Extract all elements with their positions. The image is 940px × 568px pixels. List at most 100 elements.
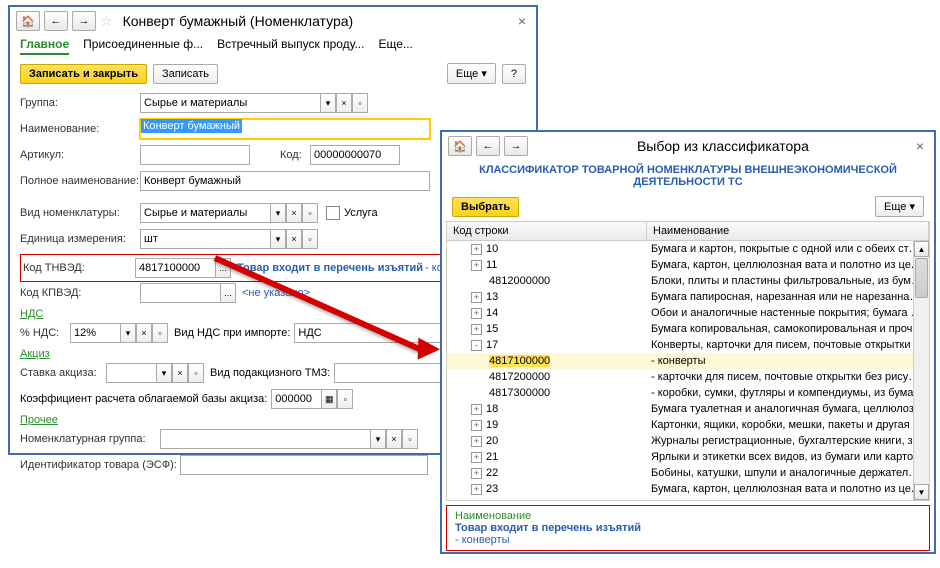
row-code: 49 xyxy=(486,499,498,501)
dropdown-icon[interactable]: ▾ xyxy=(120,323,136,343)
close-button[interactable]: × xyxy=(912,138,928,154)
forward-button[interactable]: → xyxy=(72,11,96,31)
table-row[interactable]: 4817100000- конверты xyxy=(447,353,929,369)
expand-icon[interactable]: + xyxy=(471,292,482,303)
open-icon[interactable]: ▫ xyxy=(337,389,353,409)
favorite-icon[interactable]: ☆ xyxy=(100,13,113,30)
help-button[interactable]: ? xyxy=(502,64,526,84)
col-name[interactable]: Наименование xyxy=(647,222,929,240)
scroll-down-icon[interactable]: ▼ xyxy=(914,484,929,500)
expand-icon[interactable]: + xyxy=(471,324,482,335)
bottom-text: Товар входит в перечень изъятий xyxy=(455,522,921,534)
open-icon[interactable]: ▫ xyxy=(188,363,204,383)
table-row[interactable]: +49Печатные книги, газеты, репродукции и… xyxy=(447,497,929,501)
open-icon[interactable]: ▫ xyxy=(352,93,368,113)
table-row[interactable]: +10Бумага и картон, покрытые с одной или… xyxy=(447,241,929,257)
table-row[interactable]: +22Бобины, катушки, шпули и аналогичные … xyxy=(447,465,929,481)
clear-icon[interactable]: × xyxy=(386,429,402,449)
expand-icon[interactable]: + xyxy=(471,308,482,319)
tab-counter[interactable]: Встречный выпуск проду... xyxy=(217,37,364,55)
expand-icon[interactable]: + xyxy=(471,436,482,447)
label-service: Услуга xyxy=(344,207,378,219)
expand-icon[interactable]: + xyxy=(471,468,482,479)
scroll-thumb[interactable] xyxy=(915,258,928,298)
expand-icon[interactable]: + xyxy=(471,260,482,271)
back-button[interactable]: ← xyxy=(476,136,500,156)
kind-input[interactable] xyxy=(140,203,270,223)
table-row[interactable]: +21Ярлыки и этикетки всех видов, из бума… xyxy=(447,449,929,465)
unit-input[interactable] xyxy=(140,229,270,249)
open-icon[interactable]: ▫ xyxy=(302,229,318,249)
open-icon[interactable]: ▫ xyxy=(402,429,418,449)
clear-icon[interactable]: × xyxy=(286,229,302,249)
table-row[interactable]: -17Конверты, карточки для писем, почтовы… xyxy=(447,337,929,353)
calc-icon[interactable]: ▦ xyxy=(321,389,337,409)
nom-group-input[interactable] xyxy=(160,429,370,449)
tnved-input[interactable] xyxy=(135,258,215,278)
back-button[interactable]: ← xyxy=(44,11,68,31)
article-input[interactable] xyxy=(140,145,250,165)
clear-icon[interactable]: × xyxy=(286,203,302,223)
table-row[interactable]: +18Бумага туалетная и аналогичная бумага… xyxy=(447,401,929,417)
table-row[interactable]: +13Бумага папиросная, нарезанная или не … xyxy=(447,289,929,305)
dropdown-icon[interactable]: ▾ xyxy=(270,203,286,223)
nds-pct-input[interactable] xyxy=(70,323,120,343)
classifier-grid[interactable]: +10Бумага и картон, покрытые с одной или… xyxy=(446,241,930,501)
dropdown-icon[interactable]: ▾ xyxy=(370,429,386,449)
select-button[interactable]: Выбрать xyxy=(452,197,519,217)
kpved-input[interactable] xyxy=(140,283,220,303)
more-button[interactable]: Еще ▾ xyxy=(447,63,496,84)
collapse-icon[interactable]: - xyxy=(471,340,482,351)
table-row[interactable]: 4817200000- карточки для писем, почтовые… xyxy=(447,369,929,385)
table-row[interactable]: 4817300000- коробки, сумки, футляры и ко… xyxy=(447,385,929,401)
esf-input[interactable] xyxy=(180,455,428,475)
open-icon[interactable]: ▫ xyxy=(152,323,168,343)
table-row[interactable]: +19Картонки, ящики, коробки, мешки, паке… xyxy=(447,417,929,433)
col-code[interactable]: Код строки xyxy=(447,222,647,240)
lookup-icon[interactable]: ... xyxy=(220,283,236,303)
row-name: Конверты, карточки для писем, почтовые о… xyxy=(647,339,929,351)
clear-icon[interactable]: × xyxy=(336,93,352,113)
table-row[interactable]: +23Бумага, картон, целлюлозная вата и по… xyxy=(447,481,929,497)
tab-more[interactable]: Еще... xyxy=(378,37,412,55)
table-row[interactable]: 4812000000Блоки, плиты и пластины фильтр… xyxy=(447,273,929,289)
scroll-up-icon[interactable]: ▲ xyxy=(914,241,929,257)
group-input[interactable] xyxy=(140,93,320,113)
dropdown-icon[interactable]: ▾ xyxy=(156,363,172,383)
expand-icon[interactable]: + xyxy=(471,244,482,255)
name-input[interactable]: Конверт бумажный xyxy=(141,119,242,133)
table-row[interactable]: +14Обои и аналогичные настенные покрытия… xyxy=(447,305,929,321)
expand-icon[interactable]: + xyxy=(471,484,482,495)
nds-imp-input[interactable] xyxy=(294,323,444,343)
dropdown-icon[interactable]: ▾ xyxy=(270,229,286,249)
tnved-link[interactable]: Товар входит в перечень изъятий xyxy=(237,262,423,274)
clear-icon[interactable]: × xyxy=(136,323,152,343)
table-row[interactable]: +11Бумага, картон, целлюлозная вата и по… xyxy=(447,257,929,273)
table-row[interactable]: +15Бумага копировальная, самокопировальн… xyxy=(447,321,929,337)
excise-kind-input[interactable] xyxy=(334,363,444,383)
close-button[interactable]: × xyxy=(514,13,530,29)
lookup-icon[interactable]: ... xyxy=(215,258,231,278)
home-button[interactable]: 🏠 xyxy=(16,11,40,31)
expand-icon[interactable]: + xyxy=(471,404,482,415)
dropdown-icon[interactable]: ▾ xyxy=(320,93,336,113)
table-row[interactable]: +20Журналы регистрационные, бухгалтерски… xyxy=(447,433,929,449)
coef-input[interactable] xyxy=(271,389,321,409)
excise-rate-input[interactable] xyxy=(106,363,156,383)
tab-attached[interactable]: Присоединенные ф... xyxy=(83,37,203,55)
expand-icon[interactable]: + xyxy=(471,420,482,431)
more-button[interactable]: Еще ▾ xyxy=(875,196,924,217)
code-input[interactable] xyxy=(310,145,400,165)
forward-button[interactable]: → xyxy=(504,136,528,156)
save-close-button[interactable]: Записать и закрыть xyxy=(20,64,147,84)
tab-main[interactable]: Главное xyxy=(20,37,69,55)
home-button[interactable]: 🏠 xyxy=(448,136,472,156)
save-button[interactable]: Записать xyxy=(153,64,218,84)
kpved-link[interactable]: <не указано> xyxy=(242,287,310,299)
clear-icon[interactable]: × xyxy=(172,363,188,383)
open-icon[interactable]: ▫ xyxy=(302,203,318,223)
expand-icon[interactable]: + xyxy=(471,500,482,502)
service-checkbox[interactable] xyxy=(326,206,340,220)
expand-icon[interactable]: + xyxy=(471,452,482,463)
fullname-input[interactable] xyxy=(140,171,430,191)
